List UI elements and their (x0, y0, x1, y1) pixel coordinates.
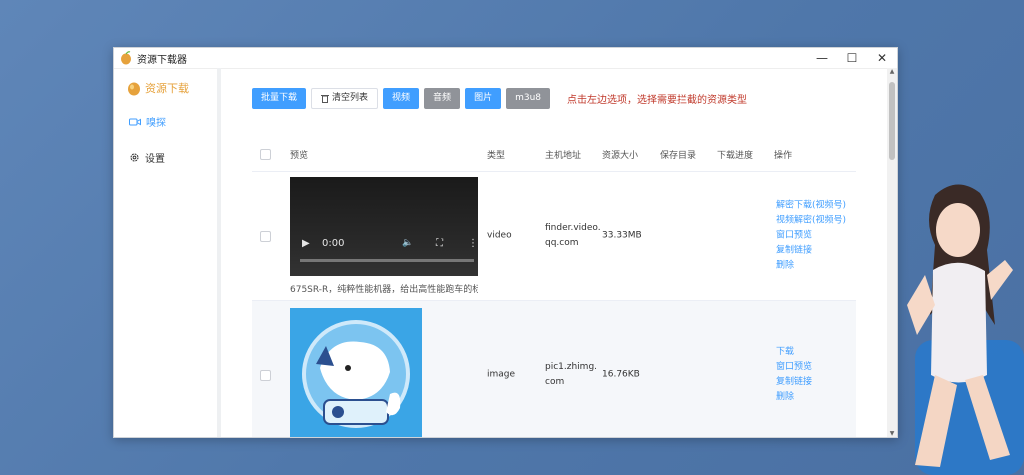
sidebar-item-settings[interactable]: 设置 (129, 150, 165, 165)
header-type: 类型 (487, 151, 506, 161)
clear-list-label: 清空列表 (332, 93, 369, 103)
header-actions: 操作 (774, 151, 793, 161)
delete-link[interactable]: 删除 (776, 390, 812, 405)
gear-icon (130, 153, 139, 162)
sidebar-item-label: 嗅探 (146, 118, 166, 129)
image-preview[interactable] (290, 308, 422, 437)
row-host: finder.video.qq.com (545, 223, 601, 248)
batch-download-button[interactable]: 批量下载 (252, 88, 307, 109)
filter-video-button[interactable]: 视频 (383, 88, 420, 109)
row-type: image (487, 369, 516, 380)
astronaut-dog-image (302, 320, 410, 428)
video-caption: 675SR-R，纯粹性能机器，给出高性能跑车的标 (290, 285, 478, 295)
delete-link[interactable]: 删除 (776, 259, 846, 274)
brand: 资源下载 (126, 80, 189, 96)
row-actions: 解密下载(视频号) 视频解密(视频号) 窗口预览 复制链接 删除 (776, 199, 846, 274)
table-row: image pic1.zhimg.com 16.76KB 下载 窗口预览 复制链… (252, 301, 856, 437)
header-host: 主机地址 (545, 151, 582, 161)
brand-name: 资源下载 (145, 82, 189, 95)
video-camera-icon (129, 118, 141, 125)
scroll-up-icon[interactable]: ▲ (887, 68, 897, 75)
row-actions: 下载 窗口预览 复制链接 删除 (776, 345, 812, 405)
row-checkbox[interactable] (260, 370, 271, 381)
vertical-scrollbar[interactable]: ▲ ▼ (887, 68, 897, 437)
window-preview-link[interactable]: 窗口预览 (776, 360, 812, 375)
download-link[interactable]: 下载 (776, 345, 812, 360)
maximize-button[interactable]: ☐ (837, 48, 867, 68)
main-content: 批量下载 清空列表 视频 音频 图片 m3u8 点击左边选项，选择需要拦截的资源… (221, 68, 887, 437)
more-options-icon[interactable]: ⋮ (468, 238, 478, 249)
toolbar: 批量下载 清空列表 视频 音频 图片 m3u8 点击左边选项，选择需要拦截的资源… (252, 88, 747, 109)
select-all-checkbox[interactable] (260, 149, 271, 160)
app-logo-icon (121, 51, 131, 65)
desktop-character-illustration (907, 184, 1013, 467)
window-preview-link[interactable]: 窗口预览 (776, 229, 846, 244)
fullscreen-icon[interactable]: ⛶ (436, 238, 443, 249)
window-title: 资源下载器 (137, 54, 187, 66)
app-window: 资源下载器 — ☐ ✕ 资源下载 嗅探 设置 批量下载 清空列表 视频 音频 图… (113, 47, 898, 438)
copy-link-link[interactable]: 复制链接 (776, 244, 846, 259)
row-size: 16.76KB (602, 369, 640, 380)
filter-image-button[interactable]: 图片 (465, 88, 502, 109)
filter-m3u8-button[interactable]: m3u8 (506, 88, 551, 109)
header-progress: 下载进度 (717, 151, 754, 161)
close-button[interactable]: ✕ (867, 48, 897, 68)
table-row: ▶ 0:00 🔈 ⛶ ⋮ 675SR-R，纯粹性能机器，给出高性能跑车的标 vi… (252, 172, 856, 301)
header-preview: 预览 (290, 151, 309, 161)
copy-link-link[interactable]: 复制链接 (776, 375, 812, 390)
row-checkbox[interactable] (260, 231, 271, 242)
scroll-down-icon[interactable]: ▼ (887, 430, 897, 437)
title-bar: 资源下载器 — ☐ ✕ (114, 48, 897, 69)
header-size: 资源大小 (602, 151, 639, 161)
scrollbar-thumb[interactable] (889, 82, 895, 160)
filter-hint: 点击左边选项，选择需要拦截的资源类型 (567, 95, 748, 106)
row-type: video (487, 230, 512, 241)
brand-logo-icon (128, 82, 140, 96)
table-header: 预览 类型 主机地址 资源大小 保存目录 下载进度 操作 (252, 138, 856, 172)
filter-audio-button[interactable]: 音频 (424, 88, 461, 109)
minimize-button[interactable]: — (807, 48, 837, 68)
video-progress-track[interactable] (300, 259, 474, 262)
decrypt-download-link[interactable]: 解密下载(视频号) (776, 199, 846, 214)
volume-icon[interactable]: 🔈 (402, 238, 413, 248)
play-icon[interactable]: ▶ (302, 238, 310, 249)
sidebar-item-sniff[interactable]: 嗅探 (129, 114, 166, 129)
resource-table: 预览 类型 主机地址 资源大小 保存目录 下载进度 操作 ▶ 0:00 🔈 ⛶ … (252, 138, 856, 437)
video-time: 0:00 (322, 238, 345, 249)
trash-icon (321, 95, 330, 103)
clear-list-button[interactable]: 清空列表 (311, 88, 379, 109)
header-save-dir: 保存目录 (660, 151, 697, 161)
video-preview[interactable]: ▶ 0:00 🔈 ⛶ ⋮ (290, 177, 478, 276)
video-decrypt-link[interactable]: 视频解密(视频号) (776, 214, 846, 229)
sidebar-item-label: 设置 (145, 154, 165, 165)
row-size: 33.33MB (602, 230, 642, 241)
sidebar: 资源下载 嗅探 设置 (114, 68, 221, 437)
row-host: pic1.zhimg.com (545, 362, 598, 387)
